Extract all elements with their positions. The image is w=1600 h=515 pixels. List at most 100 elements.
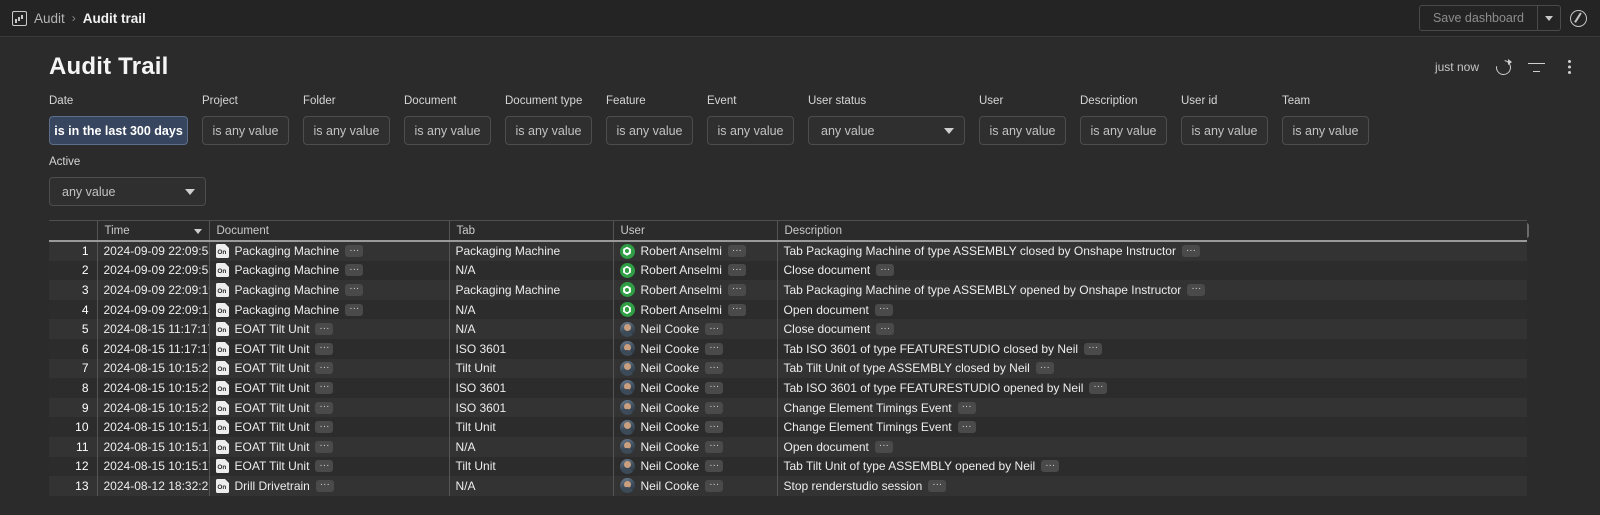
cell-more-icon[interactable]: ··· <box>315 382 333 394</box>
cell-more-icon[interactable]: ··· <box>705 480 723 492</box>
user-name[interactable]: Neil Cooke <box>641 440 700 454</box>
document-name[interactable]: Drill Drivetrain <box>235 479 310 493</box>
document-name[interactable]: Packaging Machine <box>235 303 340 317</box>
cell-more-icon[interactable]: ··· <box>705 421 723 433</box>
table-row[interactable]: 42024-09-09 22:09:18OnPackaging Machine·… <box>49 300 1527 320</box>
filter-control-description[interactable]: is any value <box>1080 116 1167 145</box>
more-vertical-icon[interactable] <box>1561 59 1578 76</box>
user-name[interactable]: Robert Anselmi <box>641 263 722 277</box>
cell-more-icon[interactable]: ··· <box>705 460 723 472</box>
user-name[interactable]: Robert Anselmi <box>641 244 722 258</box>
cell-more-icon[interactable]: ··· <box>728 304 746 316</box>
cell-more-icon[interactable]: ··· <box>1036 362 1054 374</box>
user-name[interactable]: Neil Cooke <box>641 381 700 395</box>
filter-control-date[interactable]: is in the last 300 days <box>49 116 188 145</box>
breadcrumb-item-audit-trail[interactable]: Audit trail <box>83 11 146 26</box>
user-name[interactable]: Neil Cooke <box>641 420 700 434</box>
table-row[interactable]: 122024-08-15 10:15:17OnEOAT Tilt Unit···… <box>49 457 1527 477</box>
save-dashboard-dropdown-button[interactable] <box>1538 5 1561 31</box>
filter-control-event[interactable]: is any value <box>707 116 794 145</box>
table-row[interactable]: 92024-08-15 10:15:21OnEOAT Tilt Unit···I… <box>49 398 1527 418</box>
document-name[interactable]: Packaging Machine <box>235 283 340 297</box>
user-name[interactable]: Neil Cooke <box>641 342 700 356</box>
table-row[interactable]: 102024-08-15 10:15:18OnEOAT Tilt Unit···… <box>49 417 1527 437</box>
table-row[interactable]: 82024-08-15 10:15:21OnEOAT Tilt Unit···I… <box>49 378 1527 398</box>
column-header-tab[interactable]: Tab <box>449 221 613 241</box>
document-name[interactable]: EOAT Tilt Unit <box>235 342 310 356</box>
filter-control-team[interactable]: is any value <box>1282 116 1369 145</box>
cell-more-icon[interactable]: ··· <box>315 323 333 335</box>
cell-more-icon[interactable]: ··· <box>316 480 334 492</box>
chevron-down-icon[interactable] <box>194 229 202 234</box>
table-row[interactable]: 12024-09-09 22:09:53OnPackaging Machine·… <box>49 241 1527 261</box>
column-header-document[interactable]: Document <box>209 221 449 241</box>
document-name[interactable]: EOAT Tilt Unit <box>235 459 310 473</box>
user-name[interactable]: Neil Cooke <box>641 361 700 375</box>
filter-control-active[interactable]: any value <box>49 177 206 206</box>
breadcrumb-item-audit[interactable]: Audit <box>34 11 65 26</box>
table-row[interactable]: 132024-08-12 18:32:21OnDrill Drivetrain·… <box>49 476 1527 496</box>
document-name[interactable]: Packaging Machine <box>235 263 340 277</box>
table-row[interactable]: 22024-09-09 22:09:53OnPackaging Machine·… <box>49 261 1527 281</box>
cell-more-icon[interactable]: ··· <box>705 402 723 414</box>
user-name[interactable]: Robert Anselmi <box>641 283 722 297</box>
cell-more-icon[interactable]: ··· <box>1041 460 1059 472</box>
table-row[interactable]: 72024-08-15 10:15:21OnEOAT Tilt Unit···T… <box>49 359 1527 379</box>
document-name[interactable]: Packaging Machine <box>235 244 340 258</box>
cell-more-icon[interactable]: ··· <box>315 421 333 433</box>
filter-control-feature[interactable]: is any value <box>606 116 693 145</box>
document-name[interactable]: EOAT Tilt Unit <box>235 440 310 454</box>
cell-more-icon[interactable]: ··· <box>345 245 363 257</box>
user-name[interactable]: Neil Cooke <box>641 401 700 415</box>
cell-more-icon[interactable]: ··· <box>1084 343 1102 355</box>
cell-more-icon[interactable]: ··· <box>1187 284 1205 296</box>
user-name[interactable]: Neil Cooke <box>641 459 700 473</box>
cell-more-icon[interactable]: ··· <box>876 264 894 276</box>
table-row[interactable]: 52024-08-15 11:17:17OnEOAT Tilt Unit···N… <box>49 319 1527 339</box>
table-row[interactable]: 32024-09-09 22:09:19OnPackaging Machine·… <box>49 280 1527 300</box>
cell-more-icon[interactable]: ··· <box>875 441 893 453</box>
cell-more-icon[interactable]: ··· <box>315 402 333 414</box>
cell-more-icon[interactable]: ··· <box>345 284 363 296</box>
cell-more-icon[interactable]: ··· <box>315 460 333 472</box>
user-name[interactable]: Neil Cooke <box>641 322 700 336</box>
cell-more-icon[interactable]: ··· <box>345 264 363 276</box>
cell-more-icon[interactable]: ··· <box>315 362 333 374</box>
document-name[interactable]: EOAT Tilt Unit <box>235 401 310 415</box>
document-name[interactable]: EOAT Tilt Unit <box>235 322 310 336</box>
cell-more-icon[interactable]: ··· <box>705 343 723 355</box>
filter-control-user-id[interactable]: is any value <box>1181 116 1268 145</box>
filter-control-user-status[interactable]: any value <box>808 116 965 145</box>
column-header-description[interactable]: Description <box>777 221 1527 241</box>
cell-more-icon[interactable]: ··· <box>705 382 723 394</box>
filter-control-project[interactable]: is any value <box>202 116 289 145</box>
refresh-icon[interactable] <box>1495 59 1512 76</box>
document-name[interactable]: EOAT Tilt Unit <box>235 381 310 395</box>
help-circle-icon[interactable] <box>1570 10 1587 27</box>
filter-control-document-type[interactable]: is any value <box>505 116 592 145</box>
filter-control-document[interactable]: is any value <box>404 116 491 145</box>
cell-more-icon[interactable]: ··· <box>876 323 894 335</box>
column-header-time[interactable]: Time <box>97 221 209 241</box>
cell-more-icon[interactable]: ··· <box>705 323 723 335</box>
cell-more-icon[interactable]: ··· <box>928 480 946 492</box>
cell-more-icon[interactable]: ··· <box>1182 245 1200 257</box>
cell-more-icon[interactable]: ··· <box>728 264 746 276</box>
cell-more-icon[interactable]: ··· <box>705 362 723 374</box>
cell-more-icon[interactable]: ··· <box>315 343 333 355</box>
filter-control-folder[interactable]: is any value <box>303 116 390 145</box>
cell-more-icon[interactable]: ··· <box>958 421 976 433</box>
document-name[interactable]: EOAT Tilt Unit <box>235 420 310 434</box>
cell-more-icon[interactable]: ··· <box>875 304 893 316</box>
cell-more-icon[interactable]: ··· <box>345 304 363 316</box>
filter-control-user[interactable]: is any value <box>979 116 1066 145</box>
save-dashboard-button[interactable]: Save dashboard <box>1419 5 1538 31</box>
cell-more-icon[interactable]: ··· <box>728 245 746 257</box>
filter-icon[interactable] <box>1528 59 1545 76</box>
table-row[interactable]: 112024-08-15 10:15:17OnEOAT Tilt Unit···… <box>49 437 1527 457</box>
cell-more-icon[interactable]: ··· <box>315 441 333 453</box>
column-header-user[interactable]: User <box>613 221 777 241</box>
document-name[interactable]: EOAT Tilt Unit <box>235 361 310 375</box>
cell-more-icon[interactable]: ··· <box>958 402 976 414</box>
user-name[interactable]: Neil Cooke <box>641 479 700 493</box>
